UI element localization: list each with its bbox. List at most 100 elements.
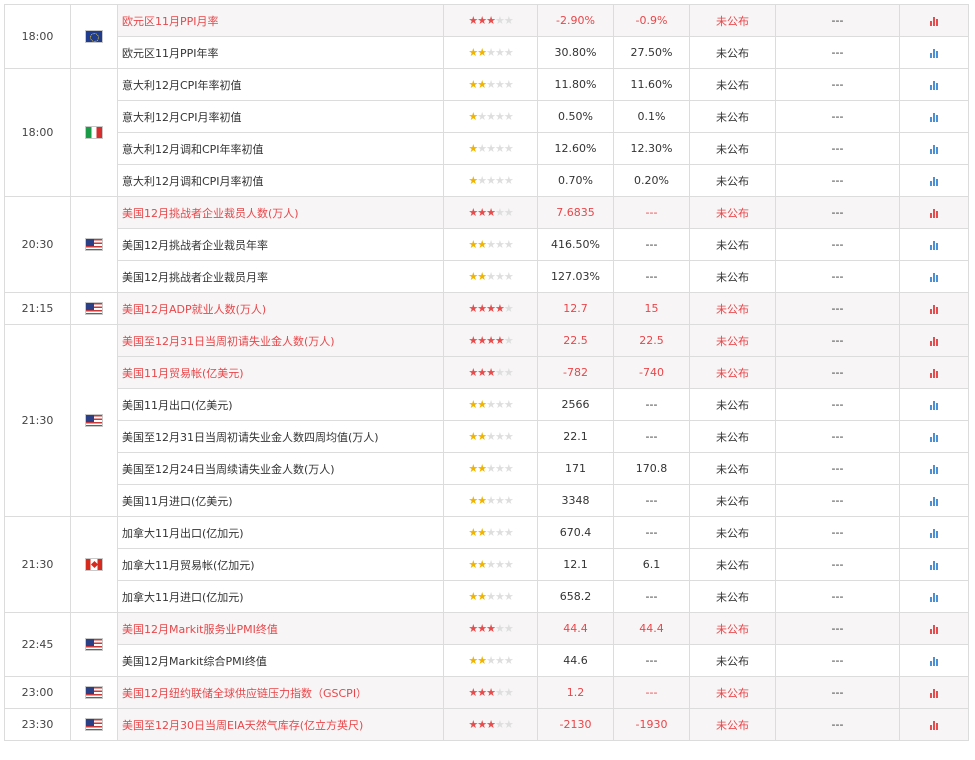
chart-cell[interactable] (899, 644, 969, 677)
event-name[interactable]: 美国11月贸易帐(亿美元) (117, 356, 444, 389)
event-name[interactable]: 美国12月挑战者企业裁员年率 (117, 228, 444, 261)
bar-chart-icon[interactable] (930, 16, 938, 26)
table-row[interactable]: 欧元区11月PPI年率 ★★★★★ 30.80% 27.50% 未公布 --- (5, 36, 969, 69)
chart-cell[interactable] (899, 452, 969, 485)
bar-chart-icon[interactable] (930, 272, 938, 282)
chart-cell[interactable] (899, 676, 969, 709)
bar-chart-icon[interactable] (930, 656, 938, 666)
bar-chart-icon[interactable] (930, 208, 938, 218)
table-row[interactable]: 加拿大11月进口(亿加元) ★★★★★ 658.2 --- 未公布 --- (5, 580, 969, 613)
chart-cell[interactable] (899, 36, 969, 69)
bar-chart-icon[interactable] (930, 720, 938, 730)
bar-chart-icon[interactable] (930, 560, 938, 570)
event-name[interactable]: 意大利12月CPI年率初值 (117, 68, 444, 101)
event-name[interactable]: 美国11月进口(亿美元) (117, 484, 444, 517)
table-row[interactable]: 意大利12月CPI月率初值 ★★★★★ 0.50% 0.1% 未公布 --- (5, 100, 969, 133)
star-icon: ★ (486, 718, 496, 731)
table-row[interactable]: 加拿大11月贸易帐(亿加元) ★★★★★ 12.1 6.1 未公布 --- (5, 548, 969, 581)
event-name[interactable]: 意大利12月调和CPI月率初值 (117, 164, 444, 197)
table-row[interactable]: 美国11月出口(亿美元) ★★★★★ 2566 --- 未公布 --- (5, 388, 969, 421)
bar-chart-icon[interactable] (930, 240, 938, 250)
bar-chart-icon[interactable] (930, 528, 938, 538)
event-name[interactable]: 美国12月挑战者企业裁员人数(万人) (117, 196, 444, 229)
chart-cell[interactable] (899, 388, 969, 421)
bar-chart-icon[interactable] (930, 400, 938, 410)
star-icon: ★ (503, 110, 514, 123)
bar-chart-icon[interactable] (930, 496, 938, 506)
event-name[interactable]: 意大利12月调和CPI年率初值 (117, 132, 444, 165)
chart-cell[interactable] (899, 612, 969, 645)
bar-chart-icon[interactable] (930, 304, 938, 314)
chart-cell[interactable] (899, 196, 969, 229)
table-row[interactable]: 21:30 加拿大11月出口(亿加元) ★★★★★ 670.4 --- 未公布 --- (4, 516, 969, 613)
chart-cell[interactable] (899, 68, 969, 101)
bar-chart-icon[interactable] (930, 112, 938, 122)
bar-chart-icon[interactable] (930, 48, 938, 58)
chart-cell[interactable] (899, 4, 969, 37)
event-name[interactable]: 美国12月纽约联储全球供应链压力指数（GSCPI） (117, 676, 444, 709)
chart-cell[interactable] (899, 580, 969, 613)
table-row[interactable]: 美国12月Markit综合PMI终值 ★★★★★ 44.6 --- 未公布 --- (5, 644, 969, 677)
event-name[interactable]: 美国至12月24日当周续请失业金人数(万人) (117, 452, 444, 485)
bar-chart-icon[interactable] (930, 336, 938, 346)
star-icon: ★ (468, 238, 478, 251)
event-name[interactable]: 美国11月出口(亿美元) (117, 388, 444, 421)
chart-cell[interactable] (899, 516, 969, 549)
event-name[interactable]: 加拿大11月贸易帐(亿加元) (117, 548, 444, 581)
event-name[interactable]: 美国至12月30日当周EIA天然气库存(亿立方英尺) (117, 708, 444, 741)
bar-chart-icon[interactable] (930, 368, 938, 378)
chart-cell[interactable] (899, 708, 969, 741)
event-name[interactable]: 美国至12月31日当周初请失业金人数四周均值(万人) (117, 420, 444, 453)
star-icon: ★ (494, 462, 505, 475)
bar-chart-icon[interactable] (930, 432, 938, 442)
table-row[interactable]: 21:30 美国至12月31日当周初请失业金人数(万人) ★★★★★ 22.5 22.5… (4, 324, 969, 517)
chart-cell[interactable] (899, 100, 969, 133)
event-name[interactable]: 美国至12月31日当周初请失业金人数(万人) (117, 324, 444, 357)
star-icon: ★ (486, 430, 496, 443)
star-icon: ★ (494, 174, 505, 187)
event-name[interactable]: 欧元区11月PPI年率 (117, 36, 444, 69)
chart-cell[interactable] (899, 484, 969, 517)
bar-chart-icon[interactable] (930, 80, 938, 90)
table-row[interactable]: 20:30 美国12月挑战者企业裁员人数(万人) ★★★★★ 7.6835 --- 未公布… (4, 196, 969, 293)
table-row[interactable]: 美国12月挑战者企业裁员月率 ★★★★★ 127.03% --- 未公布 --- (5, 260, 969, 293)
event-name[interactable]: 加拿大11月进口(亿加元) (117, 580, 444, 613)
table-row[interactable]: 21:15 美国12月ADP就业人数(万人) ★★★★★ 12.7 15 未公布 --- (4, 292, 969, 325)
table-row[interactable]: 18:00 意大利12月CPI年率初值 ★★★★★ 11.80% 11.60% 未公布 --… (4, 68, 969, 197)
star-icon: ★ (494, 558, 505, 571)
bar-chart-icon[interactable] (930, 624, 938, 634)
table-row[interactable]: 意大利12月调和CPI年率初值 ★★★★★ 12.60% 12.30% 未公布 --- (5, 132, 969, 165)
table-row[interactable]: 18:00 欧元区11月PPI月率 ★★★★★ -2.90% -0.9% 未公布 --- (4, 4, 969, 69)
table-row[interactable]: 23:30 美国至12月30日当周EIA天然气库存(亿立方英尺) ★★★★★ -213… (4, 708, 969, 741)
chart-cell[interactable] (899, 228, 969, 261)
event-name[interactable]: 加拿大11月出口(亿加元) (117, 516, 444, 549)
chart-cell[interactable] (899, 356, 969, 389)
event-name[interactable]: 美国12月Markit综合PMI终值 (117, 644, 444, 677)
bar-chart-icon[interactable] (930, 144, 938, 154)
table-row[interactable]: 22:45 美国12月Markit服务业PMI终值 ★★★★★ 44.4 44.4 未公布… (4, 612, 969, 677)
chart-cell[interactable] (899, 260, 969, 293)
bar-chart-icon[interactable] (930, 176, 938, 186)
event-name[interactable]: 美国12月Markit服务业PMI终值 (117, 612, 444, 645)
chart-cell[interactable] (899, 420, 969, 453)
bar-chart-icon[interactable] (930, 688, 938, 698)
table-row[interactable]: 美国11月贸易帐(亿美元) ★★★★★ -782 -740 未公布 --- (5, 356, 969, 389)
table-row[interactable]: 美国11月进口(亿美元) ★★★★★ 3348 --- 未公布 --- (5, 484, 969, 517)
event-name[interactable]: 意大利12月CPI月率初值 (117, 100, 444, 133)
chart-cell[interactable] (899, 548, 969, 581)
forecast-value: --- (613, 484, 690, 517)
table-row[interactable]: 意大利12月调和CPI月率初值 ★★★★★ 0.70% 0.20% 未公布 --- (5, 164, 969, 197)
chart-cell[interactable] (899, 292, 969, 325)
event-name[interactable]: 欧元区11月PPI月率 (117, 4, 444, 37)
table-row[interactable]: 美国至12月31日当周初请失业金人数四周均值(万人) ★★★★★ 22.1 --- 未公… (5, 420, 969, 453)
table-row[interactable]: 美国12月挑战者企业裁员年率 ★★★★★ 416.50% --- 未公布 --- (5, 228, 969, 261)
chart-cell[interactable] (899, 164, 969, 197)
bar-chart-icon[interactable] (930, 464, 938, 474)
chart-cell[interactable] (899, 324, 969, 357)
bar-chart-icon[interactable] (930, 592, 938, 602)
event-name[interactable]: 美国12月ADP就业人数(万人) (117, 292, 444, 325)
table-row[interactable]: 美国至12月24日当周续请失业金人数(万人) ★★★★★ 171 170.8 未公布 --… (5, 452, 969, 485)
table-row[interactable]: 23:00 美国12月纽约联储全球供应链压力指数（GSCPI） ★★★★★ 1.2 --… (4, 676, 969, 709)
event-name[interactable]: 美国12月挑战者企业裁员月率 (117, 260, 444, 293)
chart-cell[interactable] (899, 132, 969, 165)
